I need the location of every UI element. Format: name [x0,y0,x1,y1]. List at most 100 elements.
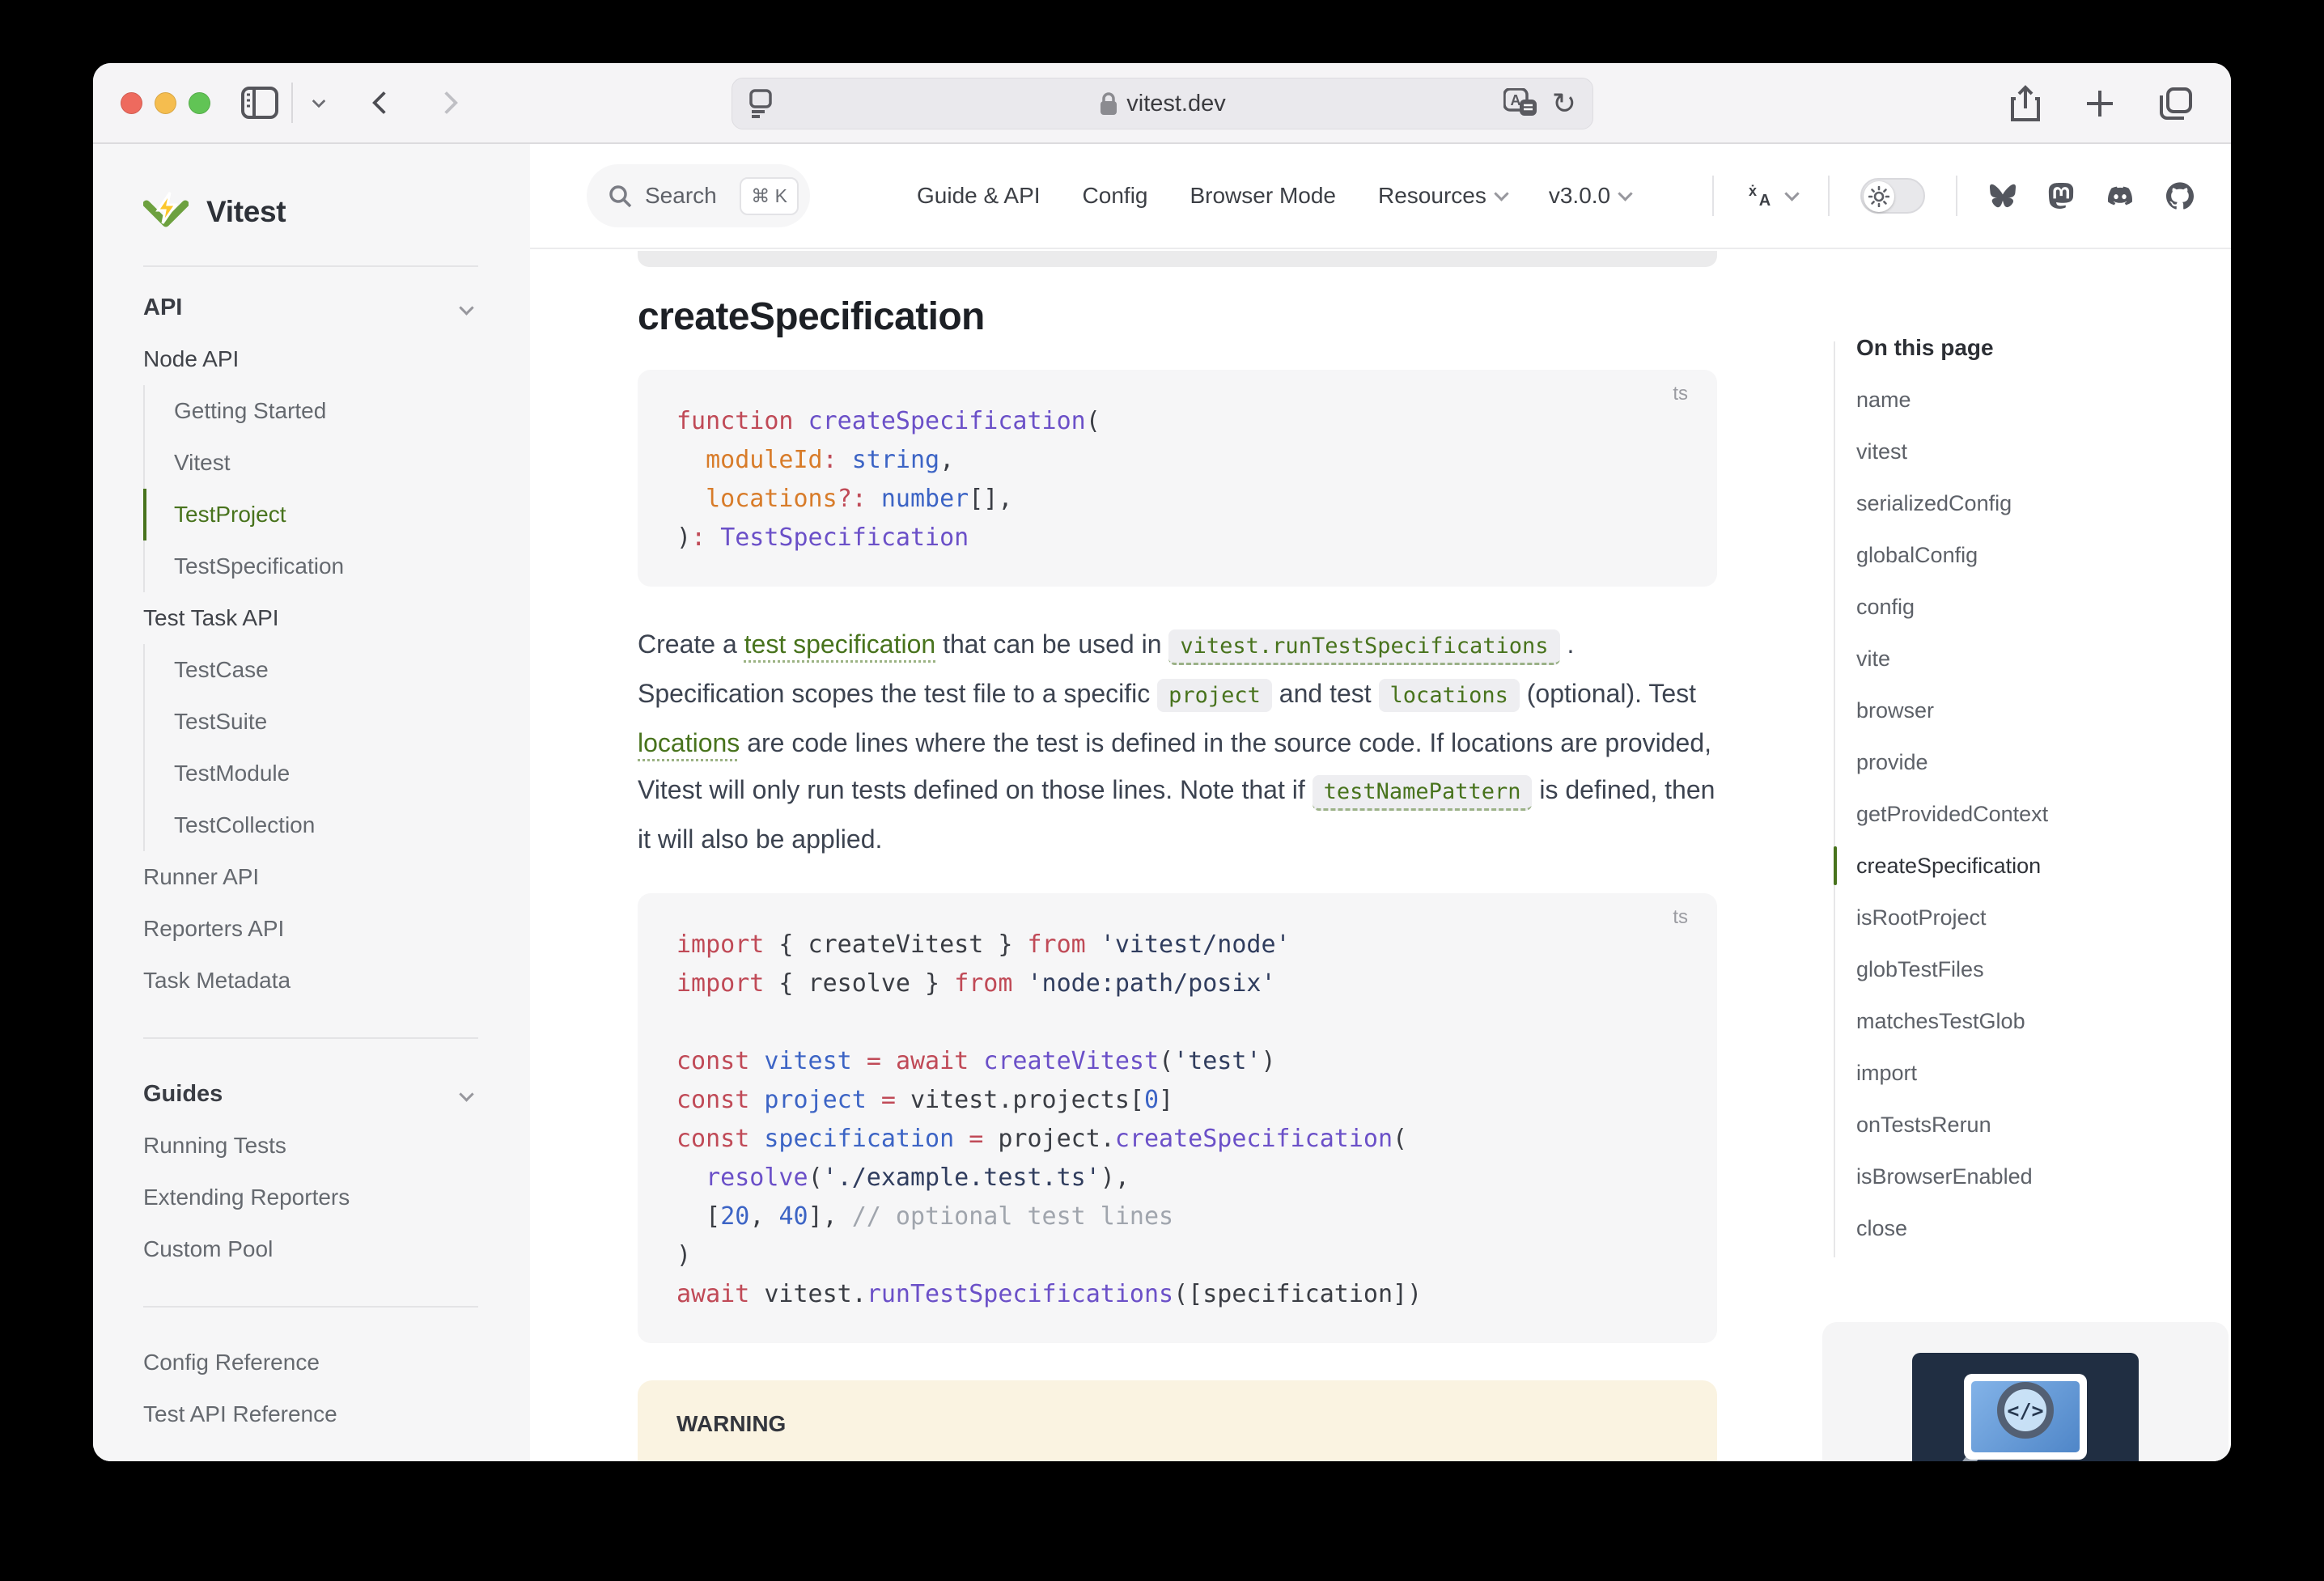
toc-rail [1834,341,1835,1257]
toc-item-close[interactable]: close [1856,1202,2231,1254]
reader-icon[interactable] [749,89,773,118]
nav-item-label: Guide & API [917,183,1041,209]
sidebar-item-custom-pool[interactable]: Custom Pool [93,1223,530,1275]
code-line: [20, 40], // optional test lines [676,1197,1678,1236]
toc-item-globalconfig[interactable]: globalConfig [1856,529,2231,581]
back-button[interactable] [372,91,395,114]
inline-link[interactable]: test specification [744,629,936,659]
sidebar-item-testsuite[interactable]: TestSuite [143,696,530,748]
search-label: Search [645,183,717,209]
toc-item-getprovidedcontext[interactable]: getProvidedContext [1856,788,2231,840]
site-title: Vitest [206,195,286,229]
code-line: await vitest.runTestSpecifications([spec… [676,1275,1678,1314]
nav-item-browser-mode[interactable]: Browser Mode [1190,183,1336,209]
top-nav: Guide & API Config Browser Mode Resources v3… [917,183,1631,209]
nav-item-v3-0-0[interactable]: v3.0.0 [1549,183,1631,209]
sidebar-item-getting-started[interactable]: Getting Started [143,385,530,437]
inline-code-link[interactable]: vitest.runTestSpecifications [1168,629,1559,665]
inline-code-link[interactable]: testNamePattern [1313,775,1533,811]
inline-link[interactable]: locations [638,728,740,757]
code-line: ) [676,1236,1678,1275]
sidebar-item-reporters-api[interactable]: Reporters API [93,903,530,955]
svg-text:A: A [1759,192,1771,210]
sidebar-item-api[interactable]: API [93,282,530,333]
sidebar-item-extending-reporters[interactable]: Extending Reporters [93,1172,530,1223]
theme-toggle[interactable] [1860,178,1925,214]
main-content: createSpecification ts function createSp… [638,249,1717,1461]
sidebar-item-vitest[interactable]: Vitest [143,437,530,489]
toc-item-name[interactable]: name [1856,374,2231,426]
sponsor-card[interactable]: </> [1822,1322,2229,1461]
sidebar-item-test-task-api[interactable]: Test Task API [93,592,530,644]
sidebar-divider [143,1306,478,1308]
sidebar-item-test-api-reference[interactable]: Test API Reference [93,1388,530,1440]
toc-item-isrootproject[interactable]: isRootProject [1856,892,2231,943]
code-block-signature: ts function createSpecification( moduleI… [638,370,1717,587]
code-line: moduleId: string, [676,441,1678,480]
nav-item-label: Config [1083,183,1148,209]
nav-item-config[interactable]: Config [1083,183,1148,209]
sidebar-item-testmodule[interactable]: TestModule [143,748,530,799]
search-button[interactable]: Search ⌘ K [587,164,810,227]
description-paragraph: Create a test specification that can be … [638,621,1717,863]
close-window-button[interactable] [121,92,142,114]
toc-item-createspecification[interactable]: createSpecification [1856,840,2231,892]
toc-item-import[interactable]: import [1856,1047,2231,1099]
toc-item-serializedconfig[interactable]: serializedConfig [1856,477,2231,529]
sidebar-item-label: TestSuite [174,709,267,734]
minimize-window-button[interactable] [155,92,176,114]
code-language-badge: ts [1673,906,1688,929]
sidebar-item-guides[interactable]: Guides [93,1068,530,1120]
sidebar-item-testspecification[interactable]: TestSpecification [143,540,530,592]
sidebar-item-label: Runner API [143,864,259,889]
toc-item-provide[interactable]: provide [1856,736,2231,788]
toc-item-vite[interactable]: vite [1856,633,2231,685]
lock-icon [1099,91,1118,116]
github-icon[interactable] [2166,182,2194,210]
toc-item-isbrowserenabled[interactable]: isBrowserEnabled [1856,1151,2231,1202]
toc-item-matchestestglob[interactable]: matchesTestGlob [1856,995,2231,1047]
bluesky-icon[interactable] [1988,183,2017,209]
sidebar-item-config-reference[interactable]: Config Reference [93,1337,530,1388]
chevron-down-icon [1784,186,1799,201]
translate-icon[interactable]: A [1503,88,1537,119]
zoom-window-button[interactable] [189,92,210,114]
sidebar-item-label: Task Metadata [143,968,290,993]
tab-overview-icon[interactable] [2158,86,2194,121]
sidebar-item-label: Getting Started [174,398,326,423]
toc-item-ontestsrerun[interactable]: onTestsRerun [1856,1099,2231,1151]
sidebar-item-label: API [143,295,182,320]
svg-text:ẋ: ẋ [1749,183,1757,199]
warning-callout: WARNING createSpecification expects reso… [638,1380,1717,1461]
toc-item-browser[interactable]: browser [1856,685,2231,736]
sidebar-item-label: Config Reference [143,1350,320,1375]
sidebar-item-testcase[interactable]: TestCase [143,644,530,696]
nav-item-guide-api[interactable]: Guide & API [917,183,1041,209]
sidebar-nav: API Node API Getting Started VitestTestProj… [93,282,530,1440]
language-menu[interactable]: ẋ A [1745,181,1797,210]
sidebar-item-testcollection[interactable]: TestCollection [143,799,530,851]
logo[interactable]: Vitest [93,176,530,248]
address-bar[interactable]: vitest.dev A ↻ [732,78,1593,129]
mastodon-icon[interactable] [2048,182,2074,210]
sidebar-item-runner-api[interactable]: Runner API [93,851,530,903]
url-text: vitest.dev [1126,91,1226,117]
discord-icon[interactable] [2105,184,2135,208]
share-icon[interactable] [2009,84,2042,123]
sidebar-toggle-icon[interactable] [241,87,278,119]
toc-item-globtestfiles[interactable]: globTestFiles [1856,943,2231,995]
warning-title: WARNING [676,1411,1678,1437]
nav-item-resources[interactable]: Resources [1378,183,1507,209]
new-tab-icon[interactable] [2084,87,2116,120]
sidebar-item-task-metadata[interactable]: Task Metadata [93,955,530,1007]
toc-list: namevitestserializedConfigglobalConfigco… [1856,374,2231,1254]
sidebar-item-node-api[interactable]: Node API [93,333,530,385]
toc-item-vitest[interactable]: vitest [1856,426,2231,477]
site-header: Search ⌘ K Guide & API Config Browser Mode… [530,144,2231,249]
sidebar-item-testproject[interactable]: TestProject [143,489,530,540]
sidebar-item-label: TestModule [174,761,290,786]
sidebar-menu-chevron-icon[interactable] [312,95,326,108]
toc-item-config[interactable]: config [1856,581,2231,633]
reload-icon[interactable]: ↻ [1552,89,1576,118]
sidebar-item-running-tests[interactable]: Running Tests [93,1120,530,1172]
